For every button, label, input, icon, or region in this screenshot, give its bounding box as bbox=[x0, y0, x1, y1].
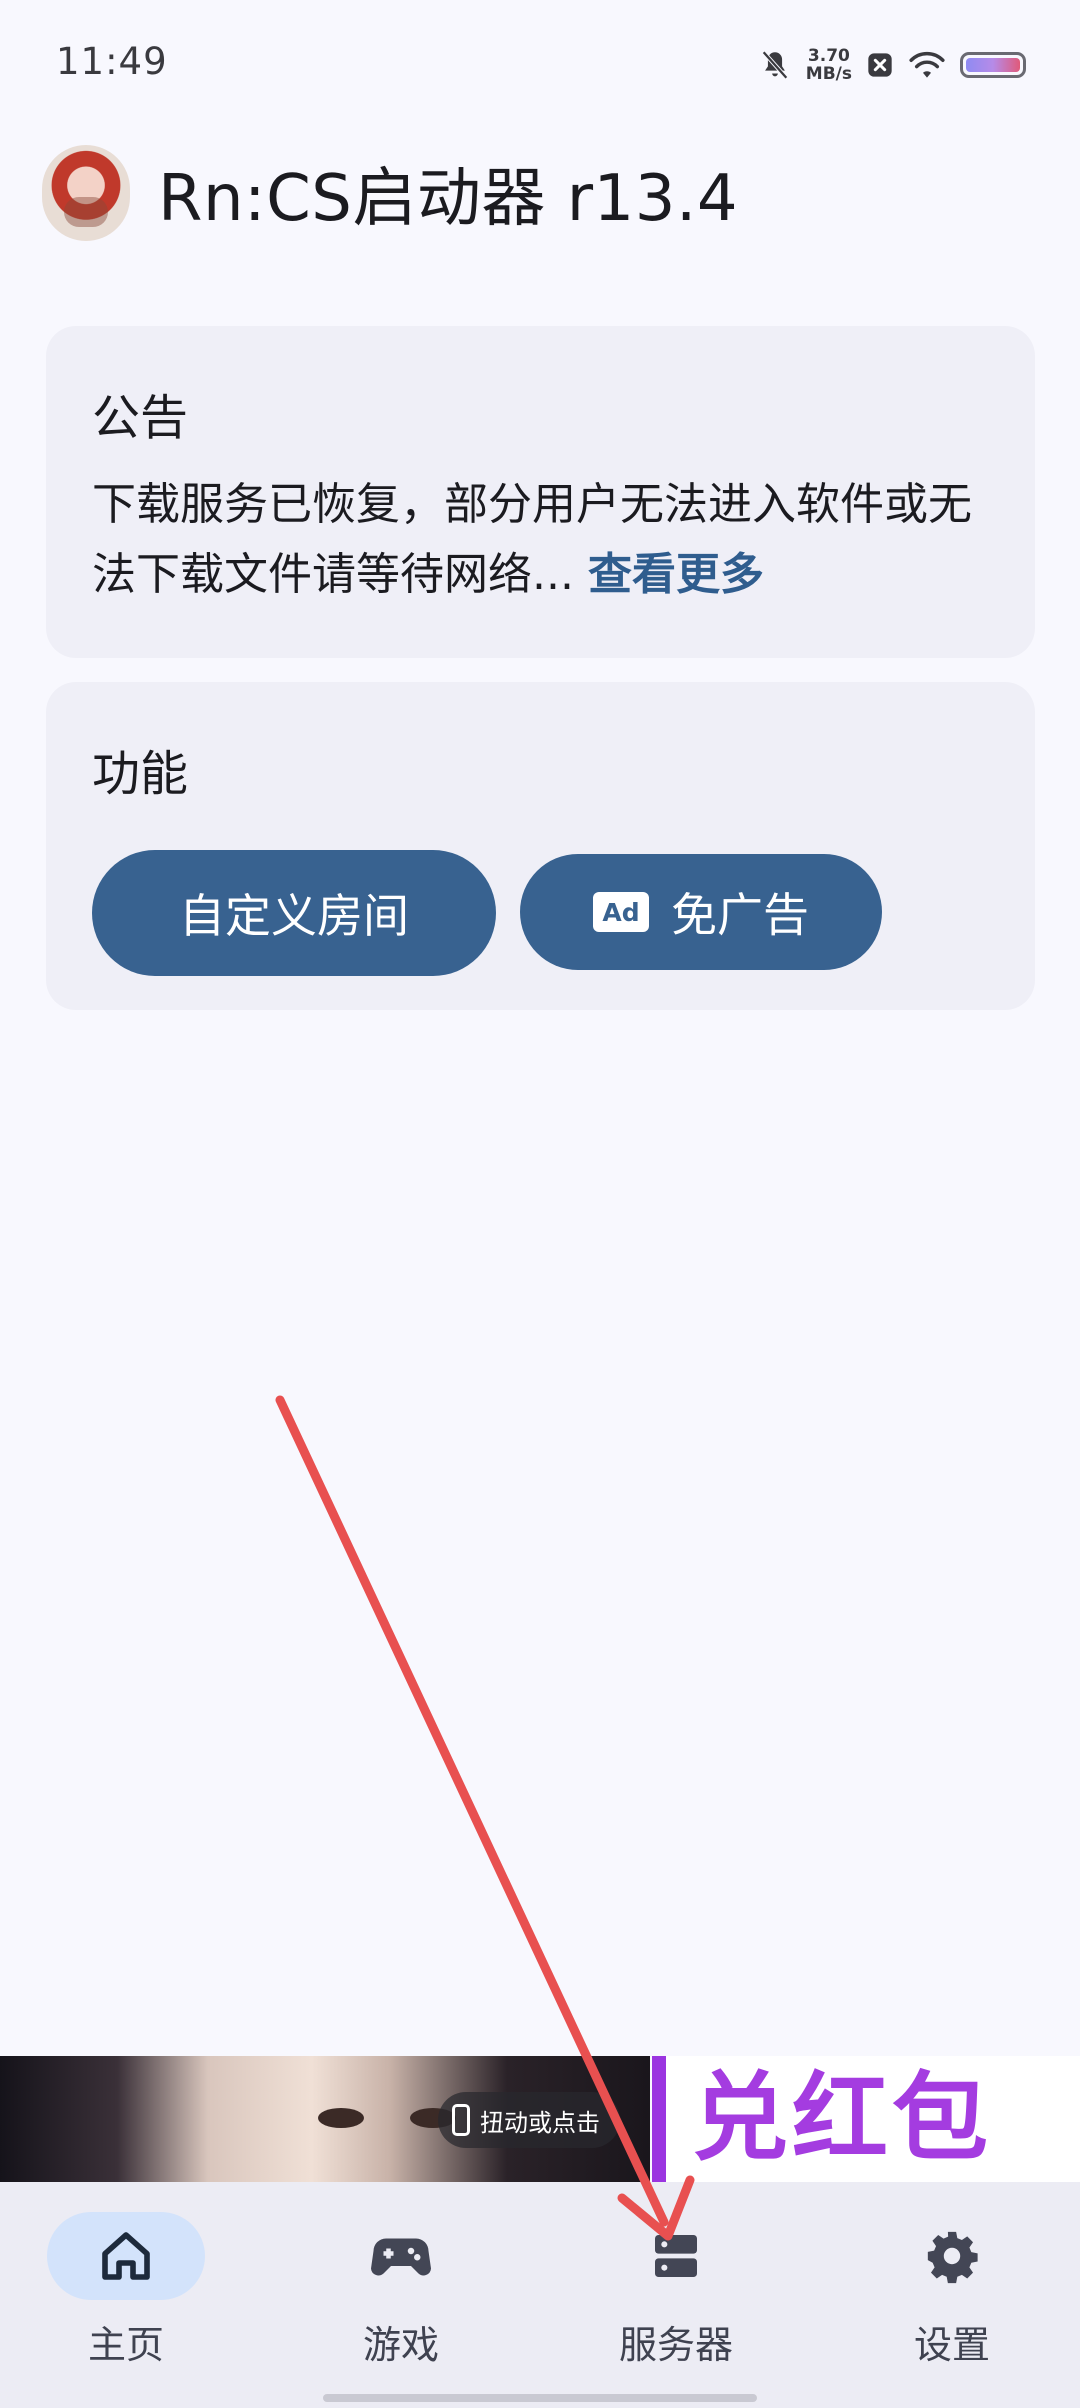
ad-shake-chip[interactable]: 扭动或点击 bbox=[438, 2092, 620, 2148]
status-bar: 11:49 3.70 MB/s bbox=[0, 0, 1080, 120]
nav-item-settings[interactable]: 设置 bbox=[852, 2212, 1052, 2369]
nav-servers-pill bbox=[597, 2212, 755, 2300]
nav-item-servers[interactable]: 服务器 bbox=[576, 2212, 776, 2369]
features-card: 功能 自定义房间 Ad 免广告 bbox=[46, 682, 1035, 1010]
nav-servers-label: 服务器 bbox=[618, 2323, 733, 2367]
notice-title: 公告 bbox=[92, 390, 189, 446]
nav-item-games[interactable]: 游戏 bbox=[301, 2212, 501, 2369]
ad-headline: 兑红包 bbox=[692, 2062, 992, 2174]
notice-card[interactable]: 公告 下载服务已恢复，部分用户无法进入软件或无法下载文件请等待网络... 查看更… bbox=[46, 326, 1035, 658]
page-title: Rn:CS启动器 r13.4 bbox=[158, 162, 739, 236]
ad-banner[interactable]: 扭动或点击 兑红包 bbox=[0, 2056, 1080, 2182]
bottom-nav: 主页 游戏 服务器 设置 bbox=[0, 2182, 1080, 2408]
no-ads-label: 免广告 bbox=[671, 888, 809, 942]
see-more-link[interactable]: 查看更多 bbox=[588, 549, 764, 600]
custom-room-button[interactable]: 自定义房间 bbox=[92, 850, 496, 976]
notice-body: 下载服务已恢复，部分用户无法进入软件或无法下载文件请等待网络... bbox=[92, 479, 972, 600]
close-box-icon bbox=[868, 53, 892, 77]
nav-home-pill bbox=[47, 2212, 205, 2300]
gamepad-icon bbox=[371, 2238, 431, 2276]
status-icons: 3.70 MB/s bbox=[758, 40, 1026, 90]
ad-icon: Ad bbox=[593, 892, 649, 932]
wifi-icon bbox=[909, 51, 945, 78]
features-title: 功能 bbox=[92, 746, 189, 802]
nav-settings-label: 设置 bbox=[913, 2323, 990, 2367]
phone-icon bbox=[452, 2104, 470, 2136]
nav-games-pill bbox=[322, 2212, 480, 2300]
notice-body-wrap: 下载服务已恢复，部分用户无法进入软件或无法下载文件请等待网络... 查看更多 bbox=[92, 470, 989, 610]
nav-home-label: 主页 bbox=[87, 2323, 164, 2367]
net-speed-unit: MB/s bbox=[805, 64, 852, 84]
nav-item-home[interactable]: 主页 bbox=[26, 2212, 226, 2369]
app-header: Rn:CS启动器 r13.4 bbox=[42, 145, 738, 241]
ad-divider bbox=[652, 2056, 666, 2182]
features-button-row: 自定义房间 Ad 免广告 bbox=[92, 850, 989, 976]
app-avatar bbox=[42, 145, 130, 241]
net-speed-value: 3.70 bbox=[807, 46, 850, 66]
custom-room-label: 自定义房间 bbox=[179, 889, 409, 943]
nav-settings-pill bbox=[873, 2212, 1031, 2300]
no-ads-button[interactable]: Ad 免广告 bbox=[520, 854, 882, 970]
home-indicator[interactable] bbox=[323, 2394, 757, 2402]
home-icon bbox=[102, 2232, 150, 2280]
gear-icon bbox=[927, 2231, 978, 2284]
battery-icon bbox=[960, 52, 1026, 78]
status-time: 11:49 bbox=[56, 40, 168, 83]
nav-games-label: 游戏 bbox=[362, 2323, 439, 2367]
net-speed: 3.70 MB/s bbox=[806, 47, 852, 83]
mute-bell-icon bbox=[761, 50, 788, 80]
ad-chip-label: 扭动或点击 bbox=[480, 2108, 600, 2137]
server-icon bbox=[655, 2235, 697, 2277]
